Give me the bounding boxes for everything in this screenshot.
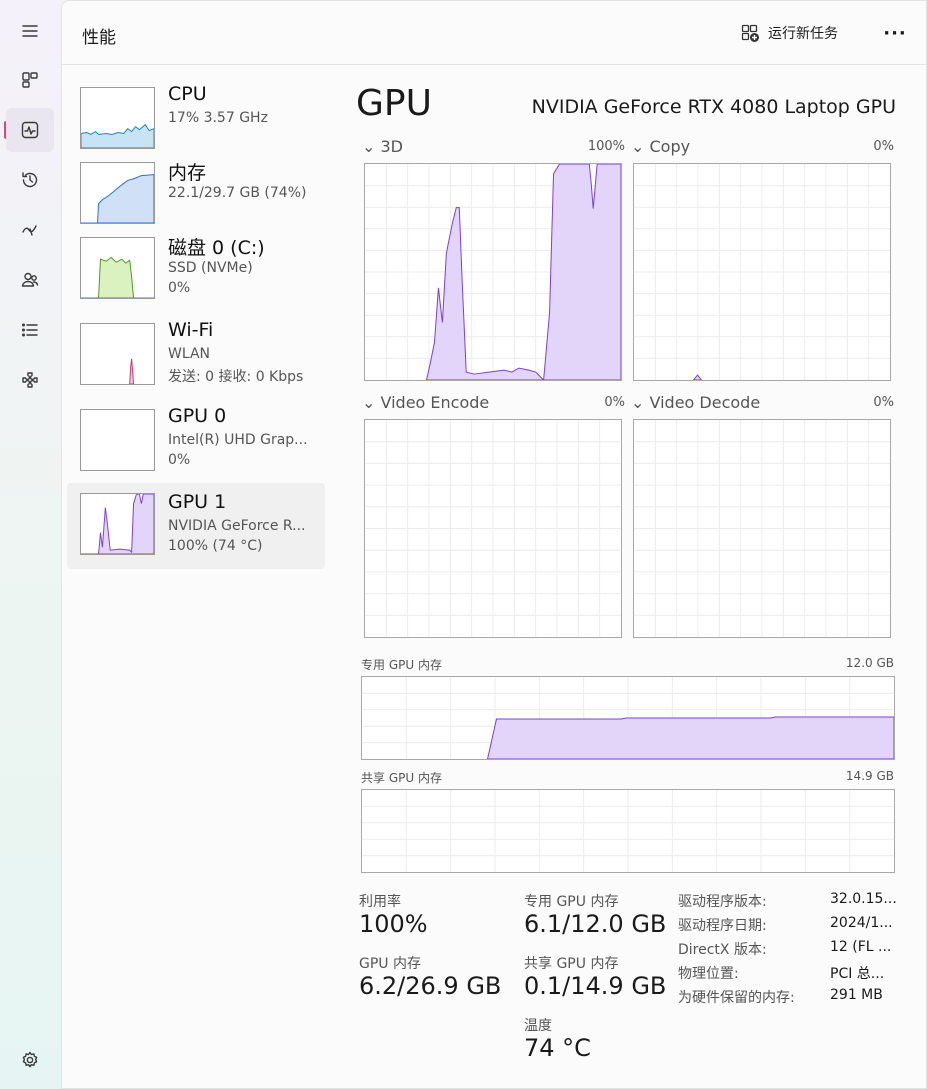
nav-rail <box>0 0 60 1089</box>
device-item-memory[interactable]: 内存 22.1/29.7 GB (74%) <box>67 156 325 242</box>
device-item-disk0[interactable]: 磁盘 0 (C:) SSD (NVMe) 0% <box>67 231 325 317</box>
engine-selector-video-encode[interactable]: ⌄ Video Encode <box>362 393 489 412</box>
device-item-gpu0[interactable]: GPU 0 Intel(R) UHD Grap... 0% <box>67 403 325 489</box>
info-key-driver-date: 驱动程序日期: <box>678 918 767 934</box>
menu-icon[interactable] <box>6 9 54 53</box>
engine-percent: 0% <box>873 139 894 154</box>
device-item-cpu[interactable]: CPU 17% 3.57 GHz <box>67 81 325 167</box>
device-detail-2: 0% <box>168 452 191 468</box>
info-key-physical-location: 物理位置: <box>678 966 739 982</box>
engine-label: Copy <box>649 137 691 156</box>
engine-graph-video-decode <box>633 419 891 638</box>
device-name: 内存 <box>168 162 207 184</box>
startup-apps-icon[interactable] <box>6 208 54 252</box>
more-options-button[interactable]: ··· <box>880 21 910 45</box>
dedicated-memory-stat-label: 专用 GPU 内存 <box>524 894 619 910</box>
engine-graph-video-encode <box>364 419 622 638</box>
device-name: GPU 1 <box>168 491 227 513</box>
shared-memory-label: 共享 GPU 内存 <box>361 771 442 785</box>
device-name: 磁盘 0 (C:) <box>168 237 265 259</box>
utilization-label: 利用率 <box>359 894 401 910</box>
services-icon[interactable] <box>6 358 54 402</box>
device-item-wifi[interactable]: Wi-Fi WLAN 发送: 0 接收: 0 Kbps <box>67 317 325 403</box>
engine-graph-3d <box>364 163 622 381</box>
device-detail: WLAN <box>168 346 211 362</box>
app-history-icon[interactable] <box>6 158 54 202</box>
gpu1-thumbnail-graph <box>80 493 155 555</box>
device-name: GPU 0 <box>168 405 227 427</box>
page-title: 性能 <box>82 28 116 48</box>
device-detail-2: 发送: 0 接收: 0 Kbps <box>168 369 304 385</box>
device-detail: Intel(R) UHD Grap... <box>168 432 308 448</box>
info-value-physical-location: PCI 总... <box>830 966 885 982</box>
device-detail: NVIDIA GeForce R... <box>168 518 306 534</box>
device-name: CPU <box>168 83 207 105</box>
device-name: Wi-Fi <box>168 319 214 341</box>
chevron-down-icon: ⌄ <box>362 393 376 412</box>
performance-icon[interactable] <box>6 108 54 152</box>
device-item-gpu1[interactable]: GPU 1 NVIDIA GeForce R... 100% (74 °C) <box>67 483 325 569</box>
details-icon[interactable] <box>6 308 54 352</box>
dedicated-memory-label: 专用 GPU 内存 <box>361 658 442 672</box>
cpu-thumbnail-graph <box>80 87 155 149</box>
device-detail-2: 0% <box>168 280 191 296</box>
temperature-label: 温度 <box>524 1018 552 1034</box>
info-value-driver-date: 2024/1... <box>830 915 893 931</box>
engine-selector-copy[interactable]: ⌄ Copy <box>631 137 690 156</box>
device-detail: 22.1/29.7 GB (74%) <box>168 185 307 201</box>
shared-memory-max: 14.9 GB <box>845 769 894 783</box>
wifi-thumbnail-graph <box>80 323 155 385</box>
engine-percent: 0% <box>604 395 625 410</box>
processes-icon[interactable] <box>6 58 54 102</box>
gpu-model-name: NVIDIA GeForce RTX 4080 Laptop GPU <box>531 96 896 118</box>
dedicated-memory-stat-value: 6.1/12.0 GB <box>524 910 667 938</box>
run-new-task-label: 运行新任务 <box>768 26 838 42</box>
run-task-icon <box>741 24 759 42</box>
engine-percent: 100% <box>587 139 625 154</box>
chevron-down-icon: ⌄ <box>631 393 645 412</box>
info-key-driver-version: 驱动程序版本: <box>678 894 767 910</box>
engine-selector-video-decode[interactable]: ⌄ Video Decode <box>631 393 760 412</box>
engine-label: Video Decode <box>649 393 761 412</box>
info-key-directx-version: DirectX 版本: <box>678 942 767 958</box>
info-value-hardware-reserved: 291 MB <box>830 987 883 1003</box>
engine-label: Video Encode <box>380 393 490 412</box>
gpu-memory-label: GPU 内存 <box>359 956 421 972</box>
header-bar: 性能 运行新任务 ··· <box>62 1 927 65</box>
device-detail: SSD (NVMe) <box>168 260 253 276</box>
chevron-down-icon: ⌄ <box>362 137 376 156</box>
info-key-hardware-reserved: 为硬件保留的内存: <box>678 990 795 1006</box>
temperature-value: 74 °C <box>524 1034 591 1062</box>
device-detail: 17% 3.57 GHz <box>168 110 268 126</box>
run-new-task-button[interactable]: 运行新任务 <box>740 19 838 47</box>
settings-icon[interactable] <box>6 1038 54 1082</box>
gpu-title: GPU <box>356 83 432 124</box>
device-detail-2: 100% (74 °C) <box>168 538 263 554</box>
gpu-memory-value: 6.2/26.9 GB <box>359 972 502 1000</box>
engine-percent: 0% <box>873 395 894 410</box>
utilization-value: 100% <box>359 910 428 938</box>
info-value-directx-version: 12 (FL ... <box>830 939 892 955</box>
engine-graph-copy <box>633 163 891 381</box>
memory-thumbnail-graph <box>80 162 155 224</box>
shared-memory-stat-value: 0.1/14.9 GB <box>524 972 667 1000</box>
main-panel: 性能 运行新任务 ··· CPU 17% 3.57 GHz 内存 22.1/29… <box>61 0 927 1089</box>
disk-thumbnail-graph <box>80 237 155 299</box>
gpu0-thumbnail-graph <box>80 409 155 471</box>
shared-memory-graph <box>361 789 895 873</box>
dedicated-memory-max: 12.0 GB <box>845 656 894 670</box>
engine-selector-3d[interactable]: ⌄ 3D <box>362 137 403 156</box>
engine-label: 3D <box>380 137 404 156</box>
dedicated-memory-graph <box>361 676 895 760</box>
users-icon[interactable] <box>6 258 54 302</box>
shared-memory-stat-label: 共享 GPU 内存 <box>524 956 619 972</box>
chevron-down-icon: ⌄ <box>631 137 645 156</box>
info-value-driver-version: 32.0.15... <box>830 891 897 907</box>
